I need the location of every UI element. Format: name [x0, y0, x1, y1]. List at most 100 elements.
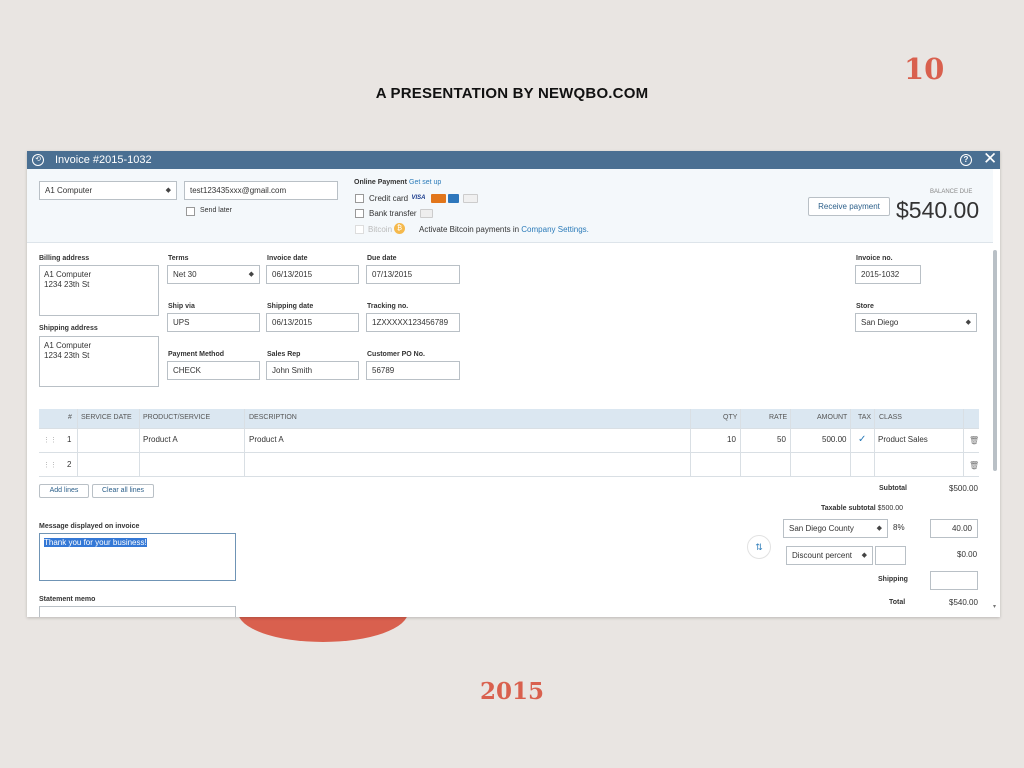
- customer-select[interactable]: A1 Computer ◆: [39, 181, 177, 200]
- presentation-title: A PRESENTATION BY NEWQBO.COM: [375, 85, 649, 102]
- shipping-field[interactable]: [930, 571, 978, 590]
- drag-handle-icon[interactable]: ⋮⋮: [43, 436, 57, 444]
- send-later-label: Send later: [200, 207, 232, 214]
- select-arrow-icon: ◆: [861, 552, 867, 559]
- tax-region-select[interactable]: San Diego County ◆: [783, 519, 888, 538]
- payment-method-field[interactable]: CHECK: [167, 361, 260, 380]
- balance-due-label: BALANCE DUE: [930, 189, 973, 195]
- balance-due-amount: $540.00: [896, 197, 980, 223]
- col-tax-header: TAX: [858, 414, 872, 421]
- add-lines-button[interactable]: Add lines: [39, 484, 89, 498]
- select-arrow-icon: ◆: [165, 187, 171, 194]
- select-arrow-icon: ◆: [965, 319, 971, 326]
- col-divider: [790, 409, 791, 476]
- col-rate-header: RATE: [769, 414, 788, 421]
- bitcoin-checkbox[interactable]: [355, 225, 364, 234]
- invoice-date-label: Invoice date: [267, 255, 308, 262]
- customer-po-label: Customer PO No.: [367, 351, 425, 358]
- window-titlebar: ⟲ Invoice #2015-1032 ? ✕: [27, 151, 1000, 169]
- swap-tax-discount-icon[interactable]: ⇅: [747, 535, 771, 559]
- col-divider: [77, 409, 78, 476]
- store-label: Store: [856, 303, 874, 310]
- visa-icon: VISA: [411, 195, 426, 201]
- receive-payment-button[interactable]: Receive payment: [808, 197, 890, 216]
- help-icon[interactable]: ?: [960, 154, 972, 166]
- taxable-subtotal: Taxable subtotal $500.00: [821, 505, 903, 512]
- customer-po-field[interactable]: 56789: [366, 361, 460, 380]
- col-divider: [874, 409, 875, 476]
- company-settings-link[interactable]: Company Settings.: [521, 225, 589, 234]
- ship-via-field[interactable]: UPS: [167, 313, 260, 332]
- discover-icon: [463, 194, 478, 203]
- select-arrow-icon: ◆: [248, 271, 254, 278]
- tax-rate: 8%: [893, 523, 905, 532]
- row-rate[interactable]: 50: [777, 435, 786, 444]
- shipping-label: Shipping: [878, 576, 908, 583]
- store-select[interactable]: San Diego ◆: [855, 313, 977, 332]
- trash-icon[interactable]: 🗑: [969, 436, 979, 445]
- bank-transfer-checkbox[interactable]: [355, 209, 364, 218]
- discount-value-field[interactable]: [875, 546, 906, 565]
- billing-address-field[interactable]: A1 Computer 1234 23th St: [39, 265, 159, 316]
- due-date-field[interactable]: 07/13/2015: [366, 265, 460, 284]
- scroll-down-icon[interactable]: ▾: [993, 603, 996, 610]
- clear-lines-button[interactable]: Clear all lines: [92, 484, 154, 498]
- billing-address-label: Billing address: [39, 255, 90, 262]
- get-set-up-link[interactable]: Get set up: [409, 179, 441, 186]
- tracking-field[interactable]: 1ZXXXXX123456789: [366, 313, 460, 332]
- discount-type-value: Discount percent: [792, 551, 853, 560]
- select-arrow-icon: ◆: [876, 525, 882, 532]
- scrollbar[interactable]: [993, 250, 997, 471]
- invoice-no-field[interactable]: 2015-1032: [855, 265, 921, 284]
- window-title: Invoice #2015-1032: [55, 154, 152, 166]
- send-later-checkbox[interactable]: [186, 207, 195, 216]
- col-divider: [139, 409, 140, 476]
- line-items-header: # SERVICE DATE PRODUCT/SERVICE DESCRIPTI…: [39, 409, 979, 428]
- row-amount[interactable]: 500.00: [822, 435, 846, 444]
- terms-select[interactable]: Net 30 ◆: [167, 265, 260, 284]
- statement-memo-field[interactable]: [39, 606, 236, 617]
- bitcoin-note: Activate Bitcoin payments in Company Set…: [419, 225, 589, 234]
- shipping-date-label: Shipping date: [267, 303, 314, 310]
- row-qty[interactable]: 10: [727, 435, 736, 444]
- drag-handle-icon[interactable]: ⋮⋮: [43, 461, 57, 469]
- billing-line-2: 1234 23th St: [44, 280, 90, 289]
- history-icon[interactable]: ⟲: [32, 154, 44, 166]
- trash-icon[interactable]: 🗑: [969, 461, 979, 470]
- amex-icon: [448, 194, 459, 203]
- credit-card-checkbox[interactable]: [355, 194, 364, 203]
- sales-rep-field[interactable]: John Smith: [266, 361, 359, 380]
- subtotal-value: $500.00: [949, 484, 978, 493]
- col-description-header: DESCRIPTION: [249, 414, 297, 421]
- row-class[interactable]: Product Sales: [878, 435, 928, 444]
- ship-via-label: Ship via: [168, 303, 195, 310]
- message-field[interactable]: Thank you for your business!: [39, 533, 236, 581]
- total-value: $540.00: [949, 598, 978, 607]
- customer-value: A1 Computer: [45, 186, 93, 195]
- shipping-line-1: A1 Computer: [44, 341, 92, 350]
- email-field[interactable]: test123435xxx@gmail.com: [184, 181, 338, 200]
- shipping-address-field[interactable]: A1 Computer 1234 23th St: [39, 336, 159, 387]
- invoice-date-field[interactable]: 06/13/2015: [266, 265, 359, 284]
- slide-year: 2015: [479, 678, 544, 705]
- discount-type-select[interactable]: Discount percent ◆: [786, 546, 873, 565]
- tax-region-value: San Diego County: [789, 524, 854, 533]
- row-description[interactable]: Product A: [249, 435, 284, 444]
- terms-label: Terms: [168, 255, 189, 262]
- discount-amount: $0.00: [957, 550, 978, 559]
- due-date-label: Due date: [367, 255, 397, 262]
- row-divider: [39, 476, 979, 477]
- sales-rep-label: Sales Rep: [267, 351, 301, 358]
- shipping-line-2: 1234 23th St: [44, 351, 90, 360]
- close-icon[interactable]: ✕: [983, 151, 997, 168]
- invoice-window: ⟲ Invoice #2015-1032 ? ✕ A1 Computer ◆ t…: [27, 151, 1000, 617]
- bitcoin-icon: ₿: [394, 223, 405, 234]
- bank-icon: [420, 209, 433, 218]
- shipping-date-field[interactable]: 06/13/2015: [266, 313, 359, 332]
- credit-card-label: Credit card: [369, 194, 409, 203]
- col-product-header: PRODUCT/SERVICE: [143, 414, 211, 421]
- row-product[interactable]: Product A: [143, 435, 178, 444]
- tax-check-icon[interactable]: ✓: [858, 434, 866, 445]
- tax-amount-field[interactable]: 40.00: [930, 519, 978, 538]
- taxable-subtotal-label: Taxable subtotal: [821, 505, 876, 512]
